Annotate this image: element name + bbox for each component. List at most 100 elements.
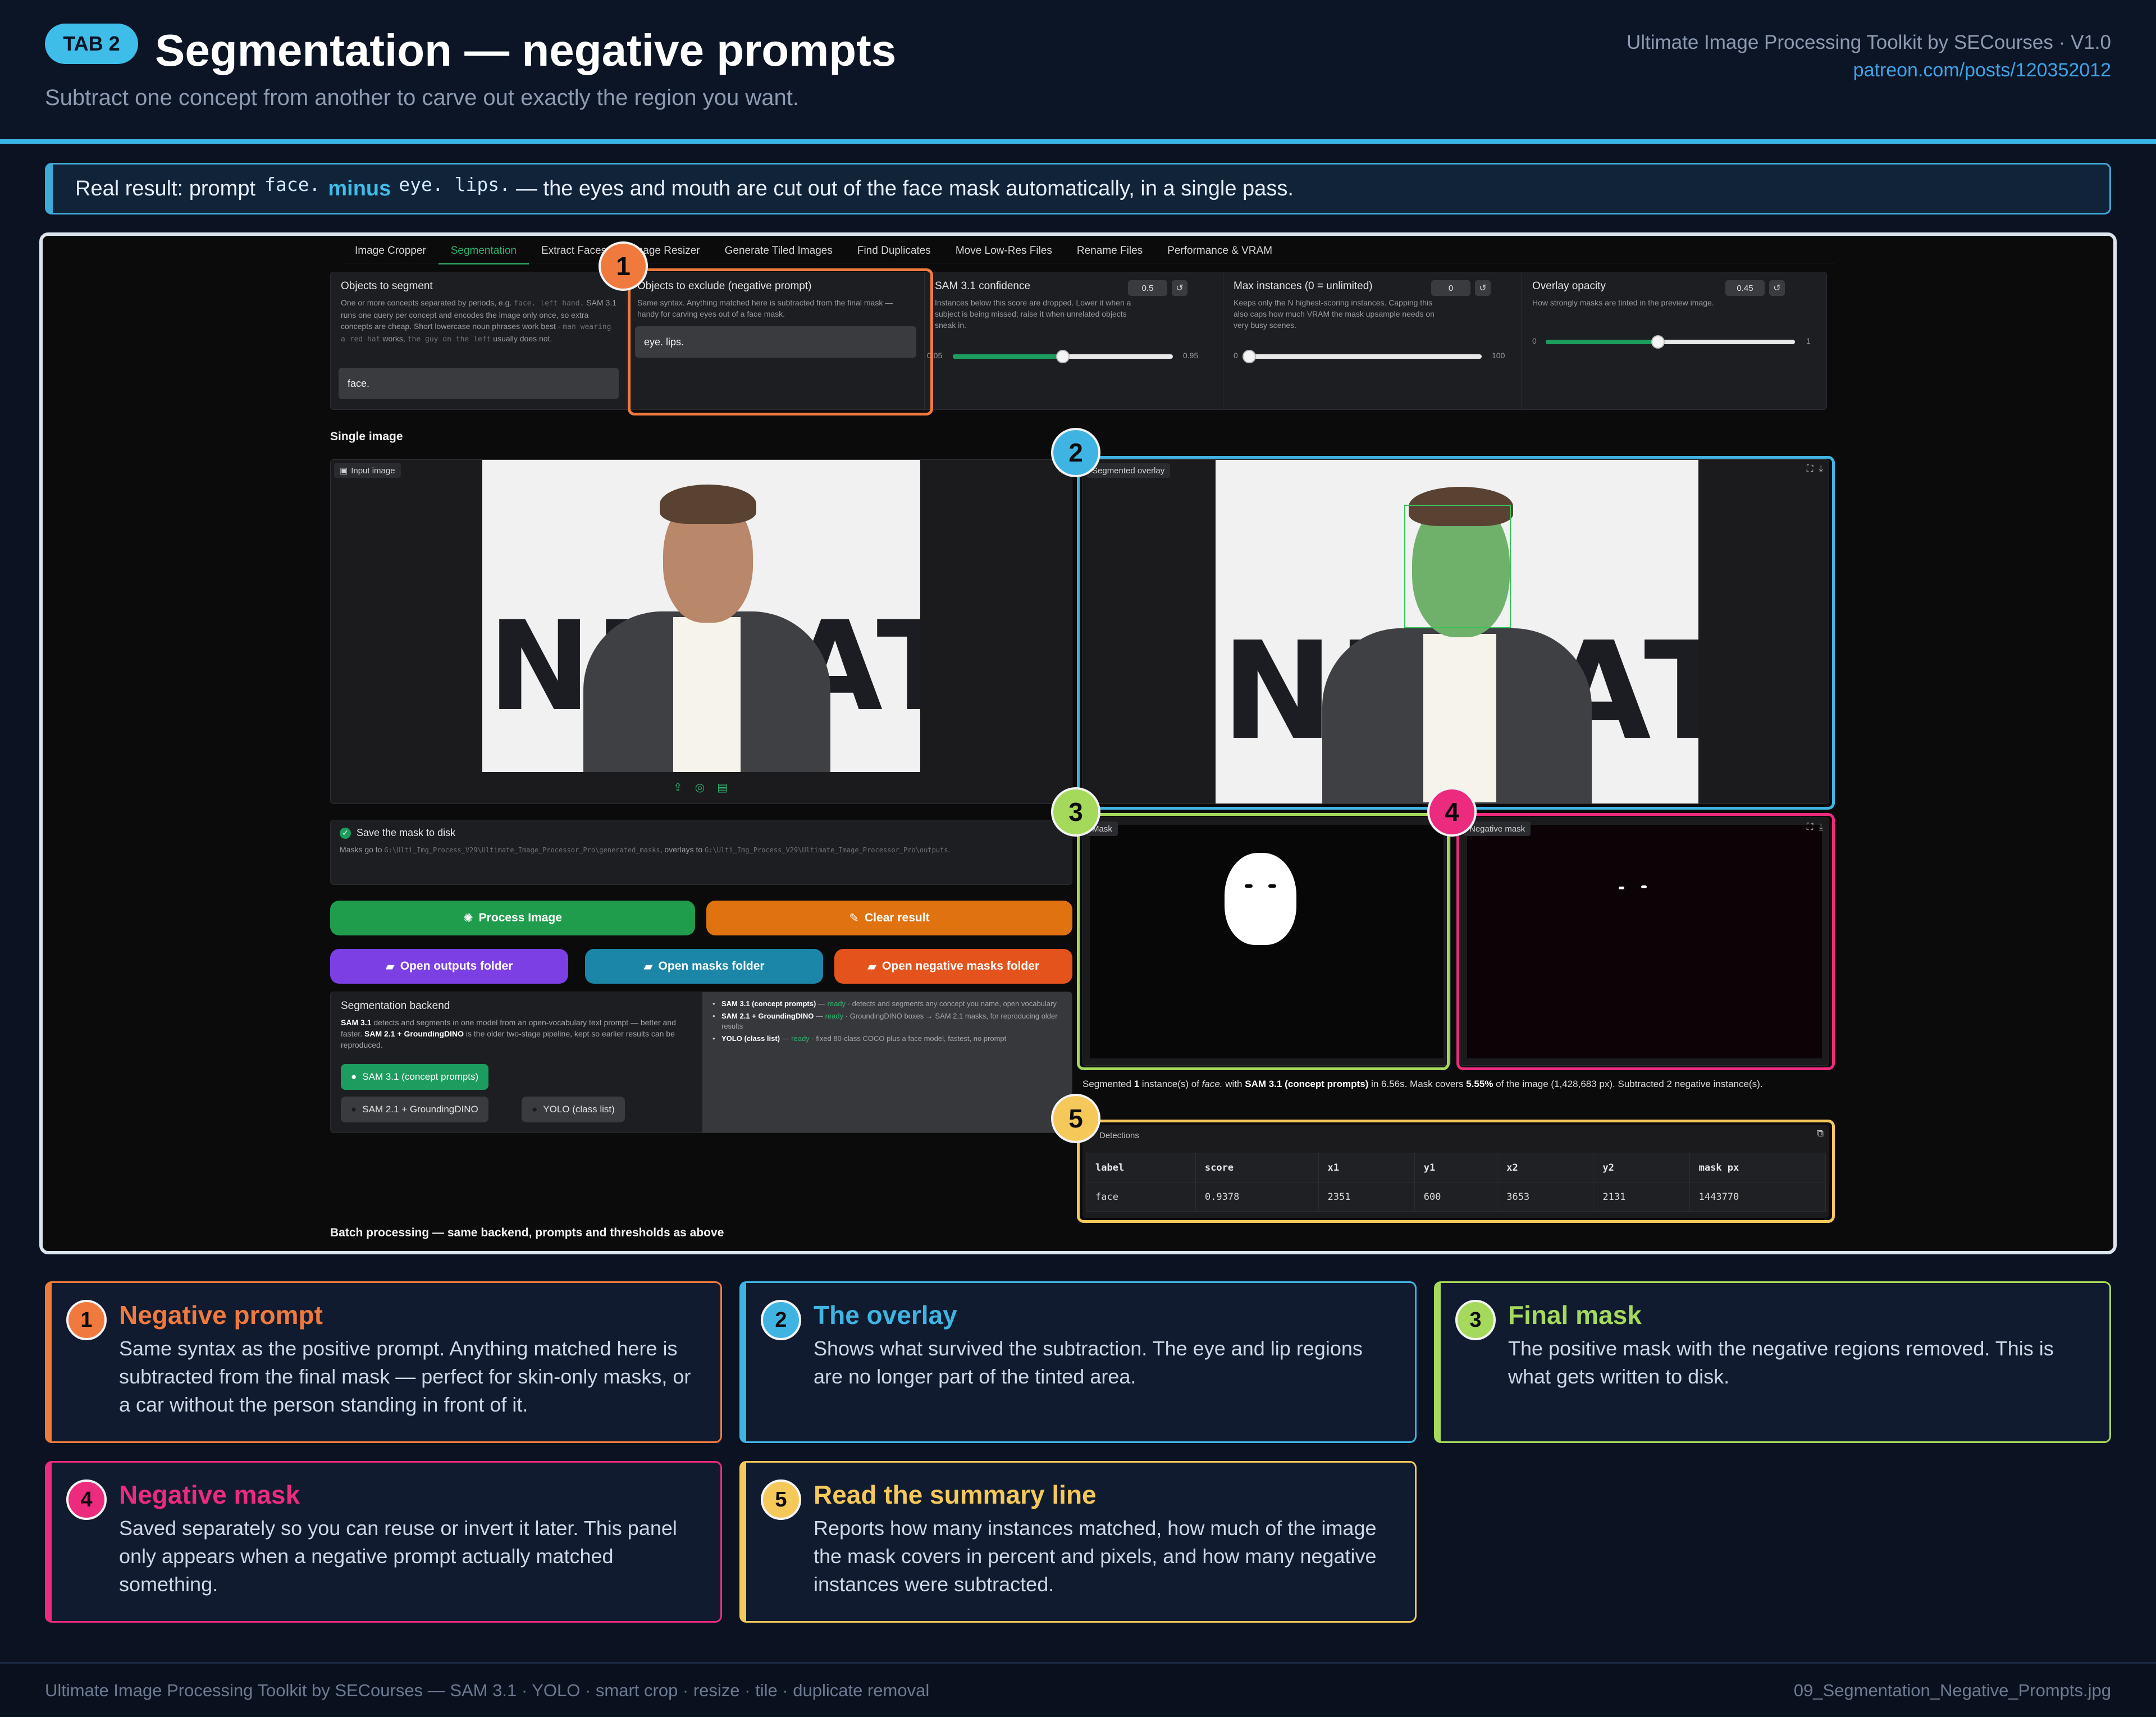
- card-2-title: The overlay: [814, 1300, 957, 1330]
- card-overlay: 2 The overlay Shows what survived the su…: [739, 1281, 1417, 1443]
- col-label: label: [1086, 1153, 1196, 1182]
- image-icon: ▣: [340, 466, 348, 476]
- tab-rename-files[interactable]: Rename Files: [1065, 243, 1155, 264]
- callout-positive-prompt: face.: [264, 173, 321, 195]
- negative-eye-left: [1619, 887, 1624, 889]
- confidence-max: 0.95: [1183, 351, 1199, 360]
- copy-icon[interactable]: ⧉: [1817, 1128, 1824, 1139]
- overlay-opacity-reset-icon[interactable]: ↺: [1769, 280, 1785, 296]
- card-final-mask: 3 Final mask The positive mask with the …: [1434, 1281, 2111, 1443]
- negative-mask-panel: Negative mask ⛶ ⤓: [1460, 818, 1829, 1066]
- confidence-reset-icon[interactable]: ↺: [1172, 280, 1187, 296]
- result-callout: Real result: prompt face. minus eye. lip…: [45, 163, 2111, 214]
- download-icon[interactable]: ⤓: [1819, 463, 1823, 474]
- overlay-photo: NEGATI: [1216, 460, 1698, 803]
- objects-to-segment-input[interactable]: face.: [339, 368, 619, 399]
- objects-to-exclude-input[interactable]: eye. lips.: [635, 326, 916, 358]
- open-negative-masks-folder-button[interactable]: ▰ Open negative masks folder: [834, 949, 1072, 984]
- cell-x2: 3653: [1497, 1182, 1594, 1212]
- backend-option-sam31[interactable]: ● SAM 3.1 (concept prompts): [341, 1064, 489, 1090]
- callout-negative-prompt: eye. lips.: [399, 173, 510, 195]
- tab-performance-vram[interactable]: Performance & VRAM: [1155, 243, 1285, 264]
- overlay-opacity-slider[interactable]: [1546, 335, 1795, 349]
- backend-left: Segmentation backend SAM 3.1 detects and…: [331, 992, 702, 1133]
- backend-option-sam21-groundingdino[interactable]: ● SAM 2.1 + GroundingDINO: [341, 1097, 488, 1122]
- confidence-panel: SAM 3.1 confidence Instances below this …: [925, 272, 1223, 410]
- cell-x1: 2351: [1318, 1182, 1415, 1212]
- overlay-shirt: [1423, 634, 1496, 802]
- card-2-number: 2: [761, 1300, 801, 1340]
- detections-table: label score x1 y1 x2 y2 mask px face 0.9…: [1086, 1153, 1826, 1212]
- folder-icon: ▰: [867, 960, 877, 973]
- download-icon[interactable]: ⤓: [1819, 821, 1823, 833]
- backend-option-yolo[interactable]: ● YOLO (class list): [522, 1097, 625, 1122]
- negative-mask-tag: Negative mask: [1464, 821, 1531, 836]
- card-negative-mask: 4 Negative mask Saved separately so you …: [45, 1461, 722, 1623]
- mask-panel: Mask ⛶: [1082, 818, 1451, 1066]
- tab-badge: TAB 2: [45, 24, 138, 64]
- overlay-tag: Segmented overlay: [1086, 463, 1171, 478]
- col-score: score: [1195, 1153, 1319, 1182]
- open-masks-folder-button[interactable]: ▰ Open masks folder: [585, 949, 823, 984]
- overlay-opacity-panel: Overlay opacity How strongly masks are t…: [1522, 272, 1828, 410]
- mask-shape: [1225, 853, 1296, 945]
- confidence-slider[interactable]: [953, 350, 1173, 363]
- tab-generate-tiled-images[interactable]: Generate Tiled Images: [712, 243, 845, 264]
- clear-result-button[interactable]: ✎ Clear result: [706, 901, 1072, 935]
- max-instances-slider[interactable]: [1243, 350, 1482, 363]
- confidence-label: SAM 3.1 confidence: [935, 280, 1031, 292]
- photo-hair: [660, 485, 756, 524]
- card-5-text: Reports how many instances matched, how …: [814, 1517, 1377, 1596]
- max-instances-number[interactable]: 0: [1431, 280, 1470, 296]
- webcam-icon[interactable]: ◎: [695, 780, 705, 794]
- process-image-button[interactable]: ✺ Process Image: [330, 901, 695, 935]
- page-subtitle: Subtract one concept from another to car…: [45, 85, 799, 110]
- tab-find-duplicates[interactable]: Find Duplicates: [845, 243, 943, 264]
- col-mask-px: mask px: [1689, 1153, 1826, 1182]
- callout-suffix: — the eyes and mouth are cut out of the …: [515, 176, 1294, 200]
- max-instances-reset-icon[interactable]: ↺: [1475, 280, 1491, 296]
- open-outputs-folder-button[interactable]: ▰ Open outputs folder: [330, 949, 568, 984]
- objects-help: One or more concepts separated by period…: [341, 298, 616, 344]
- input-image-panel[interactable]: NEGATI ▣Input image ⛶ ⇪ ◎ ▤: [330, 459, 1072, 804]
- tab-move-low-res-files[interactable]: Move Low-Res Files: [943, 243, 1065, 264]
- overlay-opacity-min: 0: [1532, 336, 1537, 345]
- confidence-number[interactable]: 0.5: [1128, 280, 1167, 296]
- cell-label: face: [1086, 1182, 1196, 1212]
- detection-box: [1404, 505, 1511, 628]
- single-image-label: Single image: [330, 430, 403, 443]
- fullscreen-icon[interactable]: ⛶: [1807, 463, 1814, 474]
- segmentation-backend-panel: Segmentation backend SAM 3.1 detects and…: [330, 992, 1072, 1133]
- backend-status-sam31: SAM 3.1 (concept prompts) — ready · dete…: [712, 999, 1062, 1009]
- tab-segmentation[interactable]: Segmentation: [438, 243, 529, 264]
- fullscreen-icon[interactable]: ⛶: [1807, 821, 1814, 833]
- radio-selected-icon: ●: [351, 1071, 357, 1082]
- cell-mask-px: 1443770: [1689, 1182, 1826, 1212]
- backend-status-yolo: YOLO (class list) — ready · fixed 80-cla…: [712, 1034, 1062, 1044]
- card-4-number: 4: [66, 1479, 107, 1520]
- options-row: Objects to segment One or more concepts …: [330, 272, 1827, 410]
- upload-icon[interactable]: ⇪: [673, 780, 683, 794]
- radio-icon: ●: [351, 1104, 357, 1115]
- summary-line: Segmented 1 instance(s) of face. with SA…: [1082, 1079, 1763, 1089]
- input-toolbar: ⇪ ◎ ▤: [673, 780, 728, 794]
- card-3-text: The positive mask with the negative regi…: [1508, 1337, 2054, 1388]
- patreon-link[interactable]: patreon.com/posts/120352012: [1853, 60, 2111, 81]
- footer: Ultimate Image Processing Toolkit by SEC…: [0, 1662, 2156, 1717]
- app-screenshot: Image Cropper Segmentation Extract Faces…: [39, 232, 2117, 1254]
- overlay-opacity-number[interactable]: 0.45: [1725, 280, 1765, 296]
- max-instances-min: 0: [1234, 351, 1238, 360]
- card-3-title: Final mask: [1508, 1300, 1642, 1330]
- card-5-title: Read the summary line: [814, 1480, 1097, 1509]
- card-summary-line: 5 Read the summary line Reports how many…: [739, 1461, 1417, 1623]
- save-mask-checkbox[interactable]: ✓ Save the mask to disk: [340, 827, 1063, 839]
- marker-4: 4: [1427, 787, 1477, 837]
- clipboard-icon[interactable]: ▤: [717, 780, 728, 794]
- tab-image-cropper[interactable]: Image Cropper: [342, 243, 438, 264]
- table-header-row: label score x1 y1 x2 y2 mask px: [1086, 1153, 1826, 1182]
- max-instances-max: 100: [1492, 351, 1505, 360]
- cell-y1: 600: [1414, 1182, 1498, 1212]
- cell-y2: 2131: [1593, 1182, 1690, 1212]
- objects-to-exclude-panel: Objects to exclude (negative prompt) Sam…: [627, 272, 925, 410]
- app-tab-bar: Image Cropper Segmentation Extract Faces…: [342, 243, 1285, 264]
